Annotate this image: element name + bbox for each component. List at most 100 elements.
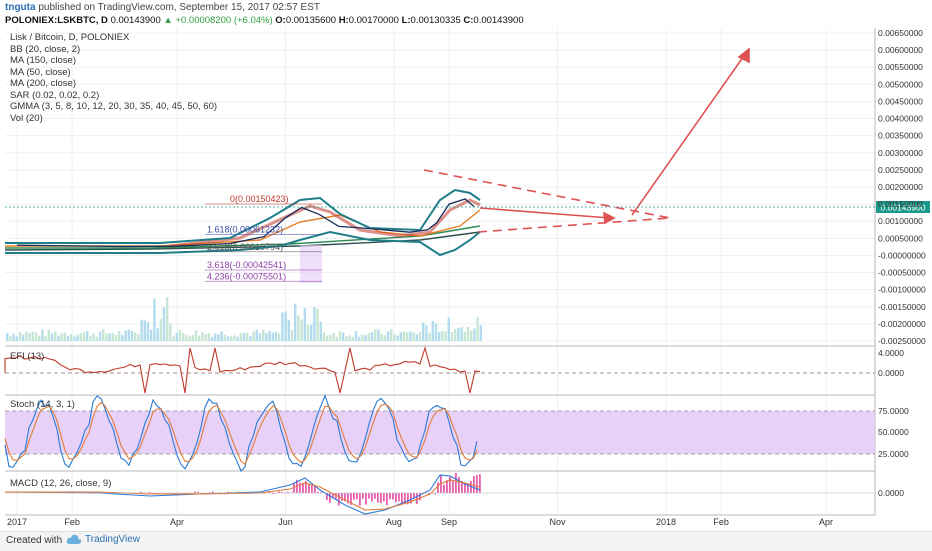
volume-bar — [16, 336, 18, 341]
volume-bar — [9, 336, 11, 341]
volume-bar — [102, 329, 104, 341]
legend-ma200[interactable]: MA (200, close) — [10, 78, 217, 90]
footer-bar: Created with TradingView — [0, 531, 932, 551]
open-value: 0.00135600 — [286, 15, 336, 26]
price-tick-label: 0.00650000 — [878, 28, 923, 38]
macd-hist-bar — [383, 493, 385, 501]
volume-bar — [339, 331, 341, 341]
legend-ma50[interactable]: MA (50, close) — [10, 67, 217, 79]
volume-bar — [403, 331, 405, 341]
volume-bar — [332, 333, 334, 341]
volume-bar — [352, 337, 354, 341]
time-tick-label: Sep — [441, 517, 457, 527]
volume-bar — [460, 327, 462, 341]
macd-hist-bar — [446, 480, 448, 493]
volume-bar — [252, 332, 254, 341]
volume-bar — [425, 325, 427, 341]
stoch-axis: 75.000050.000025.0000 — [878, 406, 909, 459]
volume-bar — [304, 308, 306, 341]
publish-line: tnguta published on TradingView.com, Sep… — [5, 2, 320, 13]
volume-bar — [67, 336, 69, 341]
volume-bar — [300, 320, 302, 341]
tradingview-brand[interactable]: TradingView — [66, 534, 140, 545]
volume-bar — [22, 335, 24, 341]
volume-bar — [390, 329, 392, 341]
time-tick-label: Apr — [819, 517, 833, 527]
legend-gmma[interactable]: GMMA (3, 5, 8, 10, 12, 20, 30, 35, 40, 4… — [10, 101, 217, 113]
time-tick-label: Nov — [550, 517, 567, 527]
price-change: ▲ +0.00008200 (+6.04%) — [163, 15, 272, 26]
volume-bar — [454, 329, 456, 341]
volume-bar — [249, 336, 251, 341]
volume-bar — [470, 331, 472, 341]
author-link[interactable]: tnguta — [5, 2, 36, 13]
volume-bar — [137, 334, 139, 341]
legend-ma150[interactable]: MA (150, close) — [10, 55, 217, 67]
volume-bar — [243, 333, 245, 341]
volume-bar — [473, 329, 475, 341]
volume-bar — [281, 313, 283, 341]
fib-level-label: 0(0.00150423) — [230, 194, 289, 204]
macd-hist-bar — [395, 493, 397, 502]
macd-hist-bar — [299, 483, 301, 493]
macd-hist-bar — [455, 473, 457, 493]
volume-bar — [432, 321, 434, 341]
volume-bar — [179, 330, 181, 341]
volume-bar — [467, 327, 469, 341]
volume-bar — [118, 331, 120, 341]
macd-hist-bar — [338, 493, 340, 506]
volume-bar — [435, 323, 437, 341]
macd-hist-bar — [359, 493, 361, 506]
volume-bar — [256, 330, 258, 341]
legend-bb[interactable]: BB (20, close, 2) — [10, 44, 217, 56]
legend-vol[interactable]: Vol (20) — [10, 113, 217, 125]
fib-zone — [300, 245, 322, 283]
macd-hist-bar — [389, 493, 391, 499]
volume-bar — [380, 334, 382, 341]
macd-hist-bar — [356, 493, 358, 499]
volume-bar — [246, 333, 248, 341]
volume-bar — [416, 334, 418, 341]
pennant-top — [424, 170, 670, 218]
price-tick-label: 0.00200000 — [878, 182, 923, 192]
volume-bar — [51, 334, 53, 341]
volume-bar — [291, 330, 293, 341]
volume-bar — [124, 330, 126, 341]
volume-bar — [409, 331, 411, 341]
volume-bar — [268, 331, 270, 341]
volume-bar — [364, 335, 366, 341]
volume-bar — [323, 332, 325, 341]
macd-hist-bar — [458, 477, 460, 493]
volume-bar — [35, 333, 37, 341]
efi-pane-label[interactable]: EFI (13) — [10, 351, 44, 362]
fib-level-label: 3.618(-0.00042541) — [207, 260, 286, 270]
volume-bar — [208, 333, 210, 341]
efi-tick-label: 0.0000 — [878, 368, 904, 378]
time-tick-label: Aug — [386, 517, 402, 527]
macd-hist-bar — [341, 493, 343, 501]
volume-bar — [134, 333, 136, 341]
volume-bar — [150, 330, 152, 341]
legend-sar[interactable]: SAR (0.02, 0.02, 0.2) — [10, 90, 217, 102]
chart-header: tnguta published on TradingView.com, Sep… — [0, 0, 932, 28]
volume-bar — [153, 298, 155, 341]
volume-bar — [160, 319, 162, 341]
legend-title: Lisk / Bitcoin, D, POLONIEX — [10, 32, 217, 44]
volume-bar — [368, 333, 370, 341]
volume-bar — [278, 333, 280, 341]
macd-pane-label[interactable]: MACD (12, 26, close, 9) — [10, 478, 111, 489]
volume-bar — [361, 335, 363, 341]
stoch-tick-label: 25.0000 — [878, 449, 909, 459]
price-tick-label: -0.00000000 — [878, 250, 926, 260]
volume-bar — [204, 334, 206, 341]
volume-bar — [422, 322, 424, 341]
fib-level-label: 4.236(-0.00075501) — [207, 271, 286, 281]
volume-bar — [86, 331, 88, 341]
volume-bar — [387, 331, 389, 341]
volume-bar — [195, 331, 197, 341]
time-tick-label: 2018 — [656, 517, 676, 527]
price-tick-label: 0.00250000 — [878, 165, 923, 175]
volume-bar — [419, 332, 421, 341]
stoch-pane-label[interactable]: Stoch (14, 3, 1) — [10, 399, 75, 410]
volume-bar — [19, 332, 21, 341]
